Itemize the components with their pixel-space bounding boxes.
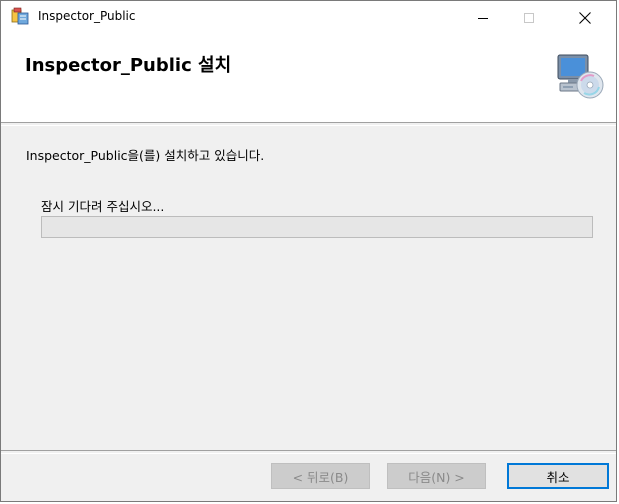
- installer-window: Inspector_Public Inspector_Public 설치 Ins…: [0, 0, 617, 502]
- minimize-button[interactable]: [460, 1, 506, 34]
- status-text: Inspector_Public을(를) 설치하고 있습니다.: [26, 148, 265, 163]
- banner-title: Inspector_Public 설치: [25, 55, 232, 76]
- minimize-icon: [478, 17, 488, 19]
- install-progress-bar: [41, 216, 593, 238]
- header-banner: Inspector_Public 설치: [1, 34, 616, 122]
- title-bar[interactable]: Inspector_Public: [1, 1, 616, 34]
- close-button[interactable]: [562, 1, 608, 34]
- maximize-icon: [524, 12, 534, 23]
- window-title: Inspector_Public: [38, 9, 136, 23]
- close-icon: [579, 11, 591, 24]
- next-button[interactable]: 다음(N) >: [387, 463, 486, 489]
- banner-divider: [1, 122, 616, 126]
- cancel-button[interactable]: 취소: [507, 463, 609, 489]
- maximize-button[interactable]: [506, 1, 552, 34]
- wait-text: 잠시 기다려 주십시오...: [41, 199, 165, 214]
- computer-cd-icon: [557, 54, 604, 99]
- footer-divider: [1, 450, 616, 454]
- back-button[interactable]: < 뒤로(B): [271, 463, 370, 489]
- installer-icon: [11, 7, 29, 25]
